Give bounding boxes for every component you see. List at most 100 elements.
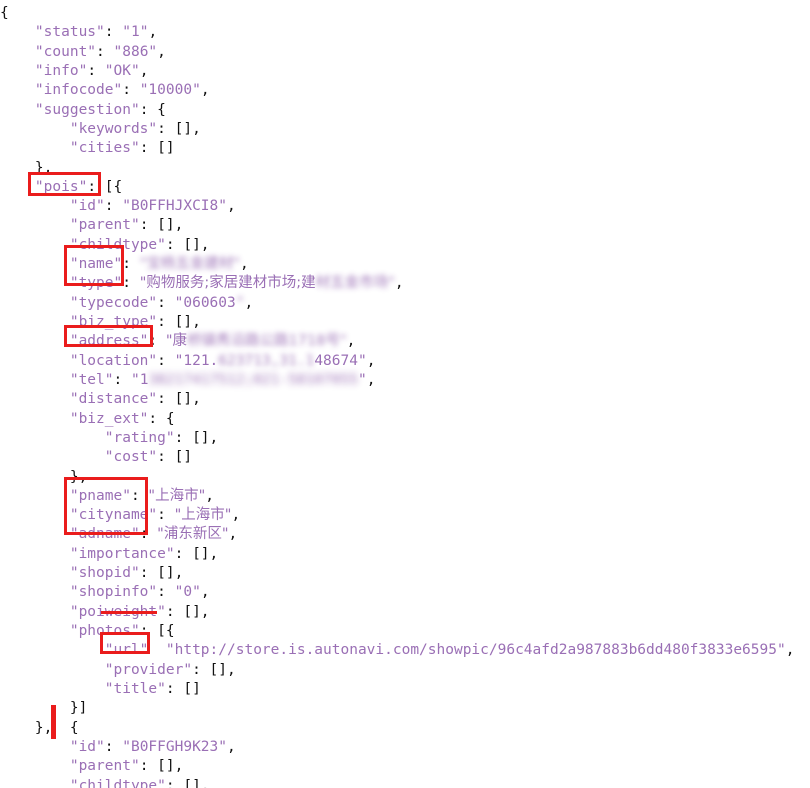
code-token-punct: : [], (157, 120, 201, 137)
code-token-key: "biz_ext" (69, 410, 149, 427)
code-line: }, (0, 468, 810, 487)
code-token-str: "B0FFGH9K23" (122, 738, 227, 755)
code-token-key: "name" (69, 256, 123, 273)
code-token-punct: , (394, 275, 404, 292)
code-line: "rating": [], (0, 429, 810, 448)
code-token-key: "provider" (104, 661, 193, 678)
code-token-punct: , (148, 24, 158, 41)
code-line: "title": [] (0, 680, 810, 699)
code-token-blur: 623713,31.1 (218, 352, 315, 369)
code-token-punct: : [] (157, 449, 193, 466)
code-line: "info": "OK", (0, 62, 810, 81)
code-line: "provider": [], (0, 661, 810, 680)
code-line: "pname": "上海市", (0, 487, 810, 506)
code-token-key: "childtype" (69, 777, 166, 788)
code-token-key: "shopinfo" (69, 584, 158, 601)
code-token-key: "cost" (104, 449, 158, 466)
code-token-key: "shopid" (69, 565, 140, 582)
code-token-punct: : [], (165, 777, 210, 788)
code-token-punct: : (122, 256, 140, 273)
code-line: }] (0, 699, 810, 718)
code-token-blur-cjk: 桥镇秀沿路公路1718号" (187, 333, 347, 350)
code-token-punct: : [], (174, 429, 219, 446)
code-token-key: "count" (34, 43, 97, 60)
code-token-punct: , (231, 507, 241, 524)
code-token-punct: : [] (165, 680, 201, 697)
code-line: "cityname": "上海市", (0, 506, 810, 525)
code-token-blur-cjk: 材五金市场" (315, 275, 395, 292)
code-token-punct (148, 642, 165, 658)
code-token-key: "adname" (69, 526, 140, 543)
code-token-punct: : [], (174, 545, 219, 562)
code-token-key: "childtype" (69, 236, 166, 253)
code-token-punct: : (96, 43, 114, 60)
code-token-blur-cjk: "宝杨五金建材" (139, 256, 241, 273)
code-token-key: "parent" (69, 758, 140, 775)
code-token-str: "060603 (174, 294, 236, 311)
code-token-punct: , (227, 738, 236, 755)
code-token-cjk: "上海市" (174, 507, 232, 524)
code-token-punct: : (122, 275, 140, 292)
code-line: "photos": [{ (0, 622, 810, 641)
code-token-str: "0" (174, 584, 201, 601)
code-token-key: "type" (69, 275, 123, 292)
code-token-key: "cityname" (69, 507, 158, 524)
code-token-key: "url" (104, 642, 149, 659)
code-token-key: "keywords" (69, 120, 158, 137)
code-token-punct: , (227, 198, 236, 215)
code-token-punct: }, (34, 159, 53, 176)
code-line: "distance": [], (0, 390, 810, 409)
code-token-blur-strong: 38217417512;021-58107055 (148, 371, 358, 388)
code-token-blur: " (235, 294, 245, 311)
code-line: "shopid": [], (0, 564, 810, 583)
code-token-key: "info" (34, 62, 88, 79)
code-line: "name": "宝杨五金建材", (0, 255, 810, 274)
code-token-key: "location" (69, 352, 158, 369)
code-line: "biz_ext": { (0, 410, 810, 429)
code-line: "address": "康桥镇秀沿路公路1718号", (0, 332, 810, 351)
code-line: "suggestion": { (0, 101, 810, 120)
code-token-punct: , (346, 333, 356, 350)
code-token-punct: : (139, 526, 158, 543)
code-token-key: "cities" (69, 140, 140, 157)
code-token-punct: : (113, 371, 131, 388)
code-token-punct: , (244, 294, 254, 311)
code-line: "childtype": [], (0, 236, 810, 255)
code-token-punct: : (157, 294, 175, 311)
code-token-punct: , (205, 487, 214, 504)
code-line: "cost": [] (0, 448, 810, 467)
code-token-punct: }, (69, 468, 88, 485)
code-token-cjk: "浦东新区" (157, 526, 229, 543)
code-token-punct: : [], (157, 314, 201, 330)
code-line: "parent": [], (0, 757, 810, 776)
json-response-viewer[interactable]: { "status": "1", "count": "886", "info":… (0, 0, 810, 788)
code-token-punct: : { (148, 410, 175, 427)
code-line: "infocode": "10000", (0, 81, 810, 100)
code-token-key: "status" (34, 24, 105, 41)
code-token-key: "distance" (69, 391, 158, 408)
code-token-punct: , (139, 62, 149, 79)
code-token-str: "1" (122, 24, 149, 41)
